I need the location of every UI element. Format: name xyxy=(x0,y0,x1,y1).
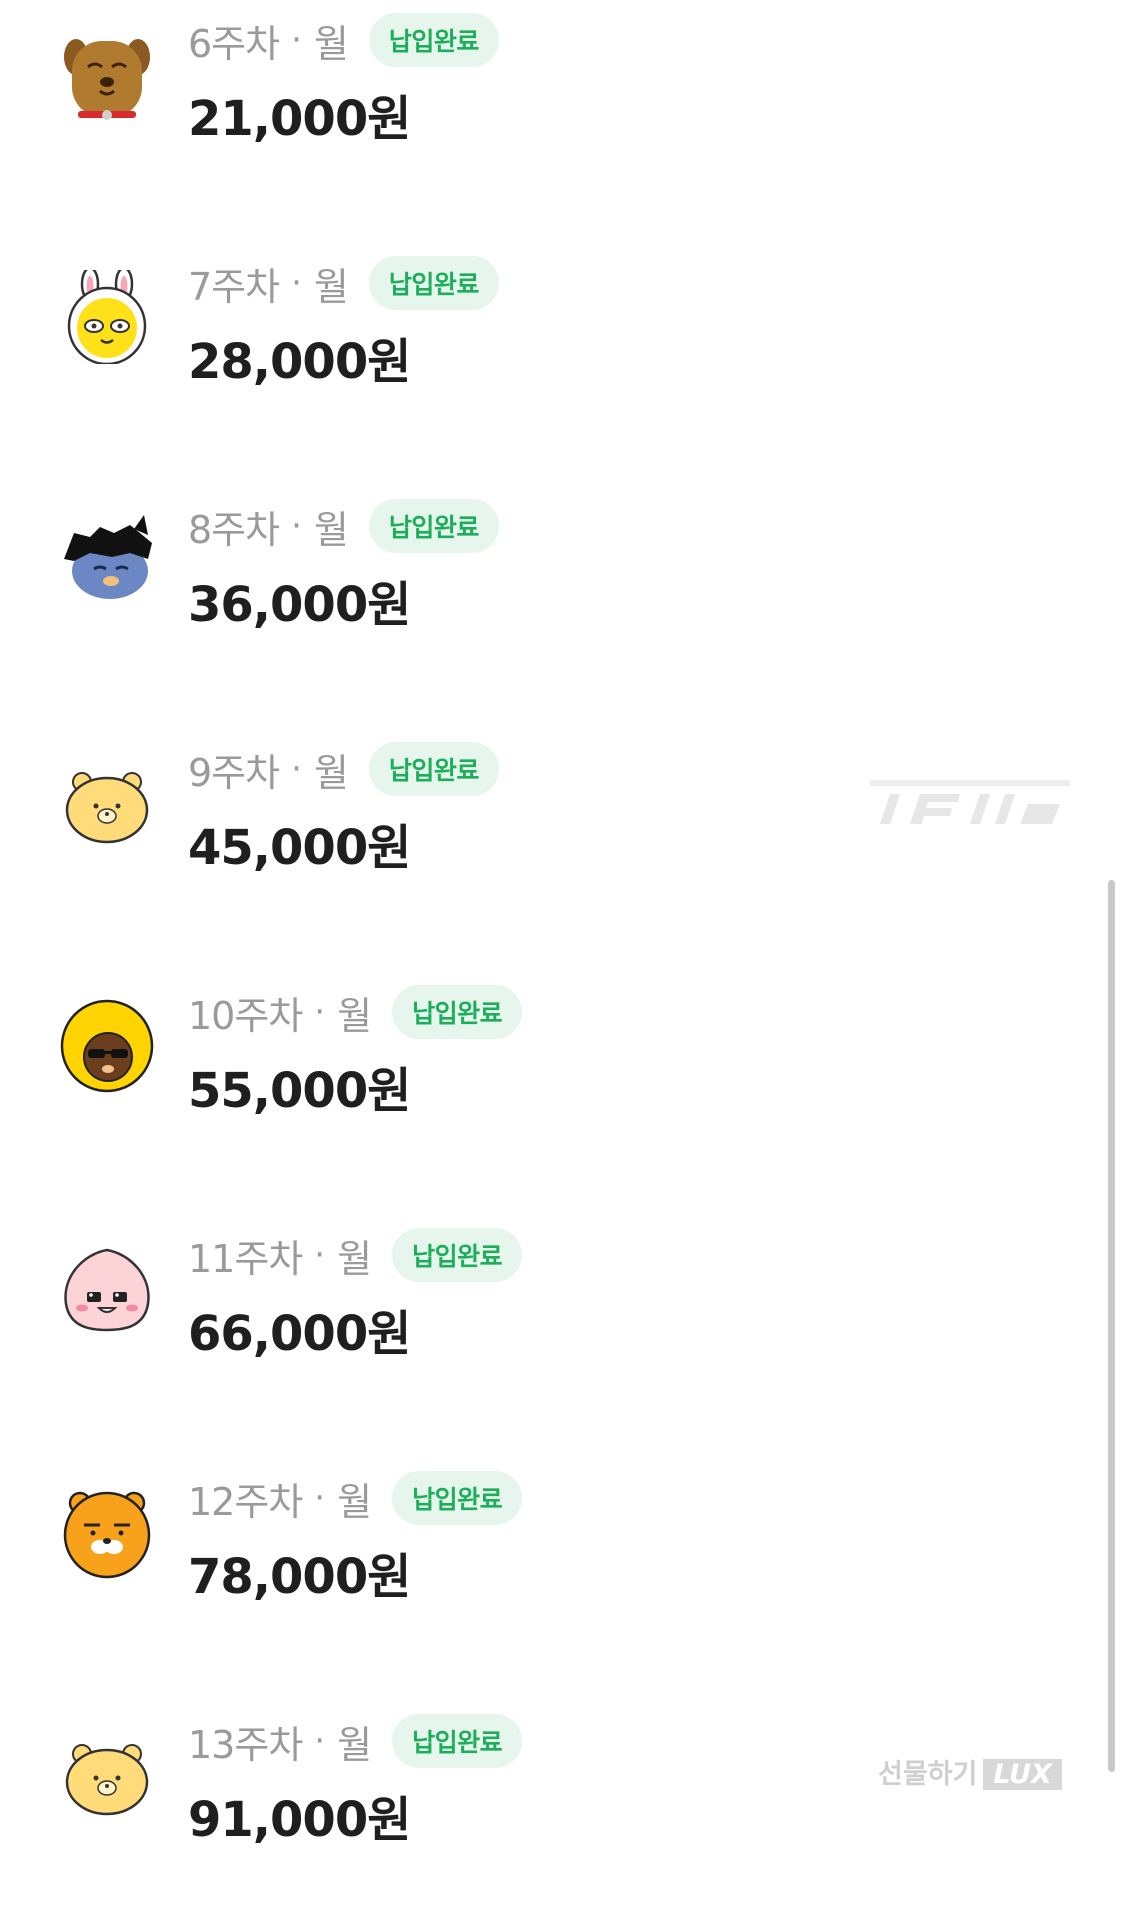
row-meta: 9주차 · 월 납입완료 xyxy=(188,739,499,799)
list-item[interactable]: 12주차 · 월 납입완료 78,000원 xyxy=(0,1463,1100,1633)
lion-character-icon xyxy=(60,1485,154,1579)
status-badge: 납입완료 xyxy=(392,985,523,1039)
amount: 21,000원 xyxy=(188,91,411,147)
row-meta: 6주차 · 월 납입완료 xyxy=(188,10,499,70)
scrollbar[interactable] xyxy=(1108,880,1115,1772)
amount: 78,000원 xyxy=(188,1549,411,1605)
week-label: 12주차 xyxy=(188,1479,303,1524)
row-meta: 13주차 · 월 납입완료 xyxy=(188,1711,523,1771)
separator: · xyxy=(314,1721,326,1761)
day-label: 월 xyxy=(337,1479,373,1524)
amount: 66,000원 xyxy=(188,1306,411,1362)
cat-character-icon xyxy=(60,513,154,607)
row-meta: 8주차 · 월 납입완료 xyxy=(188,496,499,556)
list-item[interactable]: 7주차 · 월 납입완료 28,000원 xyxy=(0,248,1100,418)
status-badge: 납입완료 xyxy=(368,13,499,67)
row-meta: 12주차 · 월 납입완료 xyxy=(188,1468,523,1528)
separator: · xyxy=(314,1235,326,1275)
peach-character-icon xyxy=(60,1242,154,1336)
day-label: 월 xyxy=(337,1722,373,1767)
amount: 28,000원 xyxy=(188,334,411,390)
status-badge: 납입완료 xyxy=(368,499,499,553)
week-label: 9주차 xyxy=(188,750,280,795)
gift-watermark: 선물하기 LUX xyxy=(878,1752,1062,1791)
week-label: 11주차 xyxy=(188,1236,303,1281)
lux-watermark: LUX xyxy=(983,1759,1062,1790)
separator: · xyxy=(314,1478,326,1518)
week-label: 10주차 xyxy=(188,993,303,1038)
list-item[interactable]: 11주차 · 월 납입완료 66,000원 xyxy=(0,1220,1100,1390)
bear-character-icon xyxy=(60,756,154,850)
separator: · xyxy=(291,506,302,546)
day-label: 월 xyxy=(337,993,373,1038)
gift-watermark-text: 선물하기 xyxy=(878,1759,978,1790)
week-label: 13주차 xyxy=(188,1722,303,1767)
separator: · xyxy=(314,992,326,1032)
list-item[interactable]: 8주차 · 월 납입완료 36,000원 xyxy=(0,491,1100,661)
day-label: 월 xyxy=(313,750,349,795)
day-label: 월 xyxy=(337,1236,373,1281)
separator: · xyxy=(291,20,302,60)
status-badge: 납입완료 xyxy=(392,1714,523,1768)
amount: 55,000원 xyxy=(188,1063,411,1119)
amount: 45,000원 xyxy=(188,820,411,876)
list-item[interactable]: 13주차 · 월 납입완료 91,000원 xyxy=(0,1706,1100,1876)
week-label: 6주차 xyxy=(188,21,280,66)
row-meta: 10주차 · 월 납입완료 xyxy=(188,982,523,1042)
day-label: 월 xyxy=(313,507,349,552)
list-item[interactable]: 6주차 · 월 납입완료 21,000원 xyxy=(0,5,1100,175)
status-badge: 납입완료 xyxy=(392,1471,523,1525)
dog-character-icon xyxy=(60,27,154,121)
row-meta: 11주차 · 월 납입완료 xyxy=(188,1225,523,1285)
amount: 91,000원 xyxy=(188,1792,411,1848)
day-label: 월 xyxy=(313,21,349,66)
status-badge: 납입완료 xyxy=(368,256,499,310)
week-label: 8주차 xyxy=(188,507,280,552)
amount: 36,000원 xyxy=(188,577,411,633)
status-badge: 납입완료 xyxy=(392,1228,523,1282)
rabbit-character-icon xyxy=(60,270,154,364)
day-label: 월 xyxy=(313,264,349,309)
afro-character-icon xyxy=(60,999,154,1093)
bear-character-icon xyxy=(60,1728,154,1822)
watermark-logo xyxy=(870,780,1070,834)
list-item[interactable]: 10주차 · 월 납입완료 55,000원 xyxy=(0,977,1100,1147)
status-badge: 납입완료 xyxy=(368,742,499,796)
week-label: 7주차 xyxy=(188,264,280,309)
row-meta: 7주차 · 월 납입완료 xyxy=(188,253,499,313)
separator: · xyxy=(291,749,302,789)
separator: · xyxy=(291,263,302,303)
